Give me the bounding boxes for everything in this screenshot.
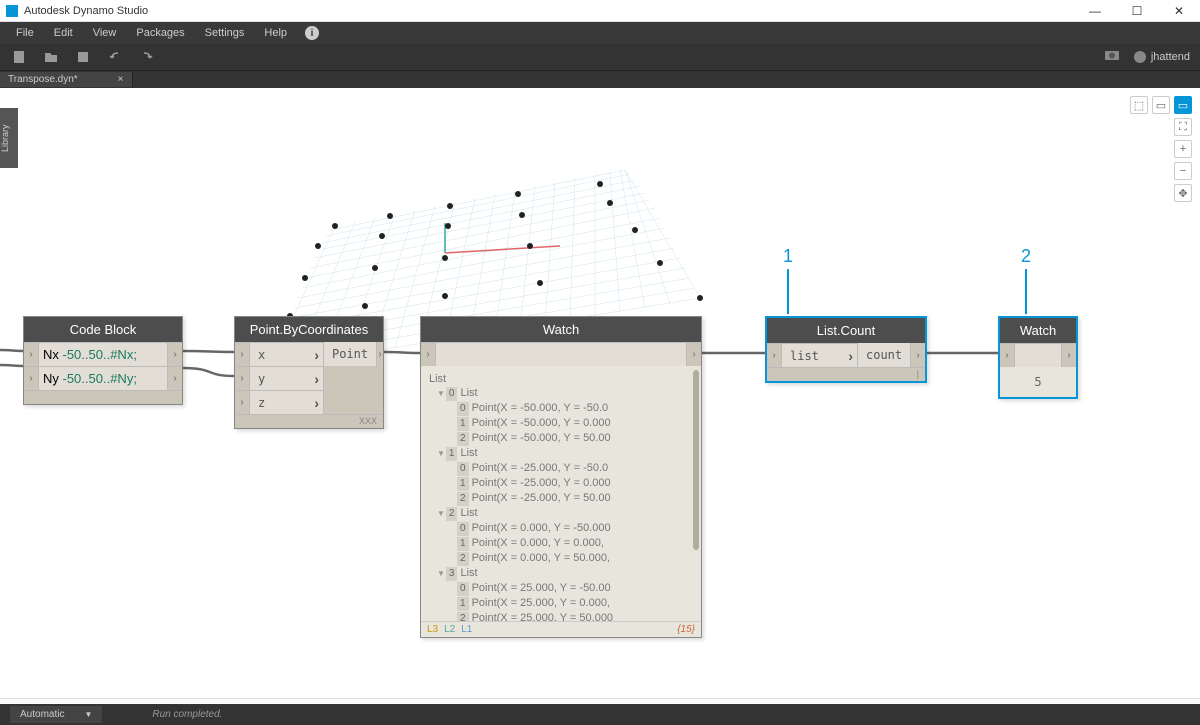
node-title: List.Count	[767, 318, 925, 343]
app-title: Autodesk Dynamo Studio	[24, 5, 1080, 17]
node-point-bycoordinates[interactable]: Point.ByCoordinates ›x› ›y› ›z› Point› X…	[234, 316, 384, 429]
run-mode-dropdown[interactable]: Automatic▼	[10, 706, 102, 723]
user-icon	[1134, 51, 1146, 63]
menu-help[interactable]: Help	[254, 27, 297, 39]
chevron-icon: ›	[310, 371, 323, 387]
input-port[interactable]: ›	[24, 367, 39, 390]
node-codeblock[interactable]: Code Block › Nx -50..50..#Nx; › › Ny -50…	[23, 316, 183, 405]
node-footer: |	[767, 367, 925, 381]
zoom-fit-icon[interactable]: ⛶	[1174, 118, 1192, 136]
pan-icon[interactable]: ✥	[1174, 184, 1192, 202]
annotation-1: 1	[783, 246, 793, 314]
tab-close-icon[interactable]: ×	[118, 74, 124, 85]
bottombar: Automatic▼ Run completed.	[0, 704, 1200, 725]
user-menu[interactable]: jhattend	[1134, 51, 1190, 63]
minimize-button[interactable]: —	[1080, 4, 1110, 18]
chevron-icon: ›	[844, 348, 857, 364]
input-port[interactable]: ›	[421, 343, 436, 366]
node-footer	[24, 390, 182, 404]
close-button[interactable]: ✕	[1164, 4, 1194, 18]
input-port[interactable]: ›	[767, 344, 782, 367]
vp-geom-icon[interactable]: ▭	[1174, 96, 1192, 114]
titlebar: Autodesk Dynamo Studio — ☐ ✕	[0, 0, 1200, 22]
output-port[interactable]: ›	[910, 343, 925, 367]
node-watch-large[interactable]: Watch › › List▼0List0Point(X = -50.000, …	[420, 316, 702, 638]
watch-value: 5	[1000, 367, 1076, 397]
node-title: Watch	[1000, 318, 1076, 343]
tabbar: Transpose.dyn* ×	[0, 70, 1200, 88]
node-title: Code Block	[24, 317, 182, 342]
undo-icon[interactable]	[106, 48, 124, 66]
menubar: File Edit View Packages Settings Help i	[0, 22, 1200, 44]
node-list-count[interactable]: List.Count ›list› count› |	[765, 316, 927, 383]
menu-file[interactable]: File	[6, 27, 44, 39]
output-port[interactable]: ›	[167, 367, 182, 390]
output-port[interactable]: ›	[686, 343, 701, 366]
zoom-in-icon[interactable]: +	[1174, 140, 1192, 158]
node-title: Watch	[421, 317, 701, 342]
username: jhattend	[1151, 51, 1190, 63]
tab-label: Transpose.dyn*	[8, 74, 78, 85]
vp-graph-icon[interactable]: ▭	[1152, 96, 1170, 114]
input-port-y[interactable]: ›	[235, 367, 250, 390]
info-icon[interactable]: i	[305, 26, 319, 40]
maximize-button[interactable]: ☐	[1122, 4, 1152, 18]
app-icon	[6, 5, 18, 17]
vp-3d-icon[interactable]: ⬚	[1130, 96, 1148, 114]
annotation-2: 2	[1021, 246, 1031, 314]
node-title: Point.ByCoordinates	[235, 317, 383, 342]
output-port[interactable]: ›	[1061, 344, 1076, 367]
node-watch-small[interactable]: Watch › › 5	[998, 316, 1078, 399]
input-port[interactable]: ›	[1000, 344, 1015, 367]
menu-view[interactable]: View	[83, 27, 127, 39]
watch-tree[interactable]: List▼0List0Point(X = -50.000, Y = -50.01…	[421, 366, 701, 621]
caret-down-icon: ▼	[84, 710, 92, 719]
menu-packages[interactable]: Packages	[126, 27, 194, 39]
output-port[interactable]: ›	[376, 342, 383, 366]
graph-canvas[interactable]: Library ⬚ ▭ ▭ ⛶ + − ✥	[0, 88, 1200, 679]
open-icon[interactable]	[42, 48, 60, 66]
input-port[interactable]: ›	[24, 343, 39, 366]
menu-edit[interactable]: Edit	[44, 27, 83, 39]
menu-settings[interactable]: Settings	[195, 27, 255, 39]
scrollbar-thumb[interactable]	[693, 370, 699, 550]
toolbar: jhattend	[0, 44, 1200, 70]
library-panel-tab[interactable]: Library	[0, 108, 18, 168]
save-icon[interactable]	[74, 48, 92, 66]
input-port-z[interactable]: ›	[235, 391, 250, 414]
lacing-label[interactable]: XXX	[235, 414, 383, 428]
redo-icon[interactable]	[138, 48, 156, 66]
input-port-x[interactable]: ›	[235, 343, 250, 366]
file-tab[interactable]: Transpose.dyn* ×	[0, 72, 133, 87]
watch-footer: L3 L2 L1 {15}	[421, 621, 701, 637]
camera-icon[interactable]	[1104, 48, 1120, 66]
zoom-out-icon[interactable]: −	[1174, 162, 1192, 180]
output-port[interactable]: ›	[167, 343, 182, 366]
chevron-icon: ›	[310, 395, 323, 411]
chevron-icon: ›	[310, 347, 323, 363]
status-text: Run completed.	[152, 709, 222, 720]
new-icon[interactable]	[10, 48, 28, 66]
viewport-controls: ⬚ ▭ ▭ ⛶ + − ✥	[1130, 96, 1192, 202]
